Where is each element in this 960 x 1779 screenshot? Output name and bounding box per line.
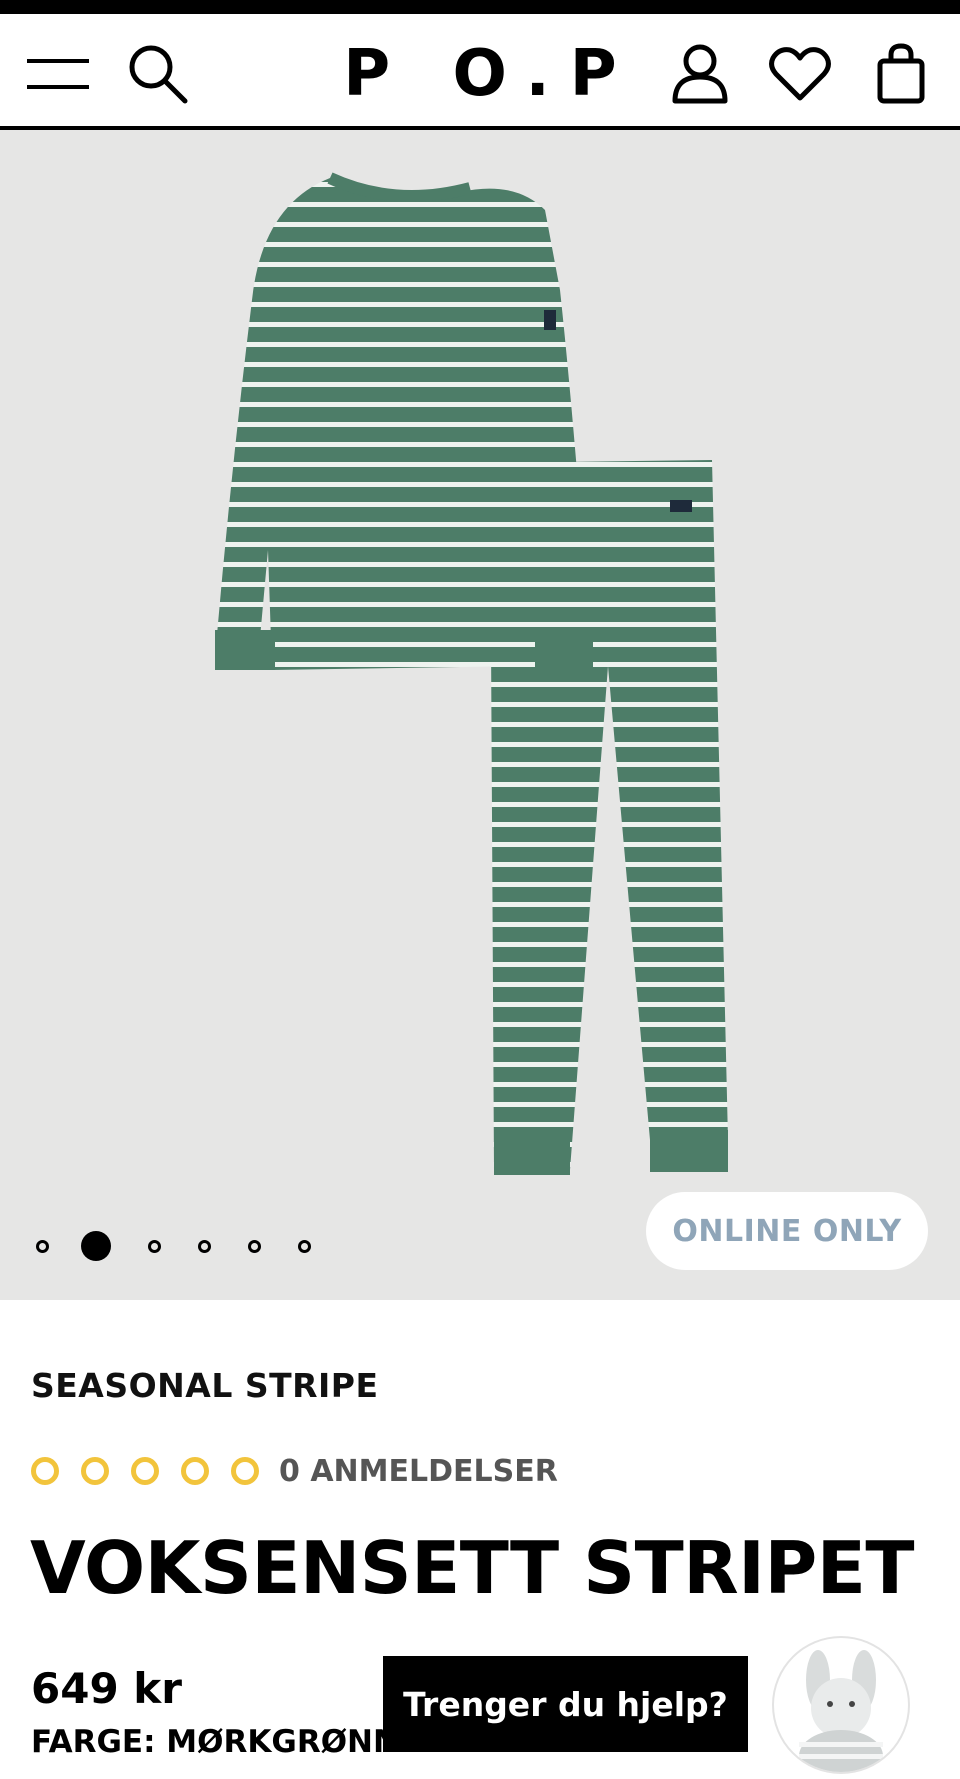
gallery-dot[interactable] [198, 1239, 211, 1253]
online-only-badge: ONLINE ONLY [646, 1192, 928, 1270]
product-color: FARGE: MØRKGRØNN [31, 1724, 399, 1760]
support-avatar[interactable] [774, 1638, 908, 1772]
gallery-pagination [36, 1230, 348, 1262]
shirt-image [215, 172, 593, 672]
account-icon[interactable] [668, 42, 732, 106]
gallery-dot[interactable] [148, 1239, 161, 1253]
gallery-dot[interactable] [298, 1239, 311, 1253]
collection-name[interactable]: SEASONAL STRIPE [31, 1366, 379, 1405]
star-empty-icon [131, 1457, 159, 1485]
star-empty-icon [81, 1457, 109, 1485]
product-title: VOKSENSETT STRIPET [30, 1526, 915, 1610]
rating[interactable]: 0 ANMELDELSER [31, 1452, 558, 1490]
product-price: 649 kr [31, 1664, 182, 1713]
bunny-toy-icon [799, 1650, 883, 1772]
site-header: P O.P [0, 14, 960, 130]
bag-icon[interactable] [869, 42, 933, 106]
star-empty-icon [231, 1457, 259, 1485]
reviews-count[interactable]: 0 ANMELDELSER [279, 1454, 558, 1489]
star-empty-icon [31, 1457, 59, 1485]
status-bar [0, 0, 960, 14]
help-button[interactable]: Trenger du hjelp? [383, 1656, 748, 1752]
star-empty-icon [181, 1457, 209, 1485]
gallery-dot[interactable] [36, 1239, 49, 1253]
product-image [215, 172, 728, 1175]
heart-icon[interactable] [768, 42, 832, 106]
product-image-gallery[interactable]: ONLINE ONLY [0, 130, 960, 1300]
gallery-dot[interactable] [248, 1239, 261, 1253]
gallery-dot-active[interactable] [81, 1231, 111, 1261]
